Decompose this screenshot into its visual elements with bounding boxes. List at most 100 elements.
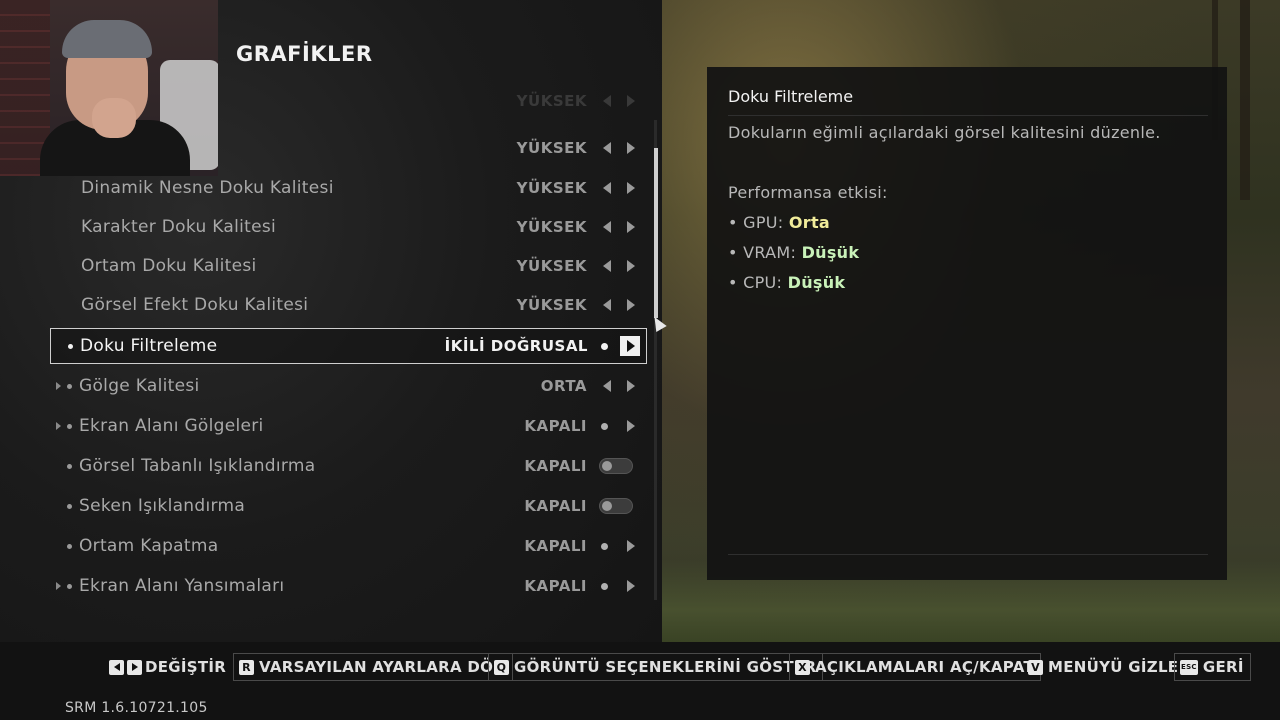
arrow-left-icon[interactable] (603, 142, 611, 154)
webcam-person-beanie (62, 20, 152, 58)
setting-value: YÜKSEK (516, 92, 587, 110)
setting-label: Dinamik Nesne Doku Kalitesi (81, 178, 334, 198)
hide-menu-button[interactable]: V MENÜYÜ GİZLE (1028, 653, 1178, 681)
setting-row[interactable]: YÜKSEK (50, 130, 647, 166)
arrow-right-icon[interactable] (627, 142, 635, 154)
key-v-icon: V (1028, 659, 1043, 675)
setting-label: Görsel Tabanlı Işıklandırma (79, 456, 316, 476)
option-dot-icon (601, 542, 608, 550)
toggle-descriptions-label: AÇIKLAMALARI AÇ/KAPAT (815, 658, 1034, 676)
expand-icon[interactable] (56, 582, 61, 590)
setting-label: Ekran Alanı Gölgeleri (79, 416, 264, 436)
hide-menu-label: MENÜYÜ GİZLE (1048, 658, 1179, 676)
bullet-icon (67, 383, 72, 389)
setting-row-character-texture[interactable]: Karakter Doku Kalitesi YÜKSEK (50, 209, 647, 245)
setting-value: YÜKSEK (516, 179, 587, 197)
vram-value: Düşük (801, 243, 860, 262)
expand-icon[interactable] (56, 382, 61, 390)
setting-row-image-based-lighting[interactable]: Görsel Tabanlı Işıklandırma KAPALI (50, 448, 647, 484)
setting-row-screen-space-reflections[interactable]: Ekran Alanı Yansımaları KAPALI (50, 568, 647, 604)
expand-icon[interactable] (56, 422, 61, 430)
toggle-switch[interactable] (599, 498, 633, 514)
bullet-icon (67, 503, 72, 509)
gpu-label: • GPU: (728, 213, 789, 232)
setting-value: YÜKSEK (516, 139, 587, 157)
page-title: GRAFİKLER (236, 42, 373, 66)
version-label: SRM 1.6.10721.105 (65, 700, 208, 716)
reset-defaults-button[interactable]: R VARSAYILAN AYARLARA DÖN (233, 653, 514, 681)
back-label: GERİ (1202, 658, 1244, 676)
setting-row-texture-filtering[interactable]: Doku Filtreleme İKİLİ DOĞRUSAL (50, 328, 647, 364)
key-r-icon: R (239, 659, 254, 675)
setting-row-screen-space-shadows[interactable]: Ekran Alanı Gölgeleri KAPALI (50, 408, 647, 444)
divider (728, 115, 1208, 116)
arrow-right-key-icon (127, 659, 142, 675)
setting-value: KAPALI (524, 457, 587, 475)
setting-row-shadow-quality[interactable]: Gölge Kalitesi ORTA (50, 368, 647, 404)
arrow-left-icon[interactable] (603, 95, 611, 107)
change-hint[interactable]: DEĞİŞTİR (109, 653, 226, 681)
arrow-right-icon[interactable] (627, 182, 635, 194)
setting-value: KAPALI (524, 417, 587, 435)
key-q-icon: Q (494, 659, 509, 675)
reset-defaults-label: VARSAYILAN AYARLARA DÖN (259, 658, 507, 676)
change-hint-label: DEĞİŞTİR (145, 658, 227, 676)
arrow-left-key-icon (109, 659, 124, 675)
setting-label: Seken Işıklandırma (79, 496, 246, 516)
vram-label: • VRAM: (728, 243, 802, 262)
setting-row-vfx-texture[interactable]: Görsel Efekt Doku Kalitesi YÜKSEK (50, 287, 647, 323)
arrow-right-icon[interactable] (627, 95, 635, 107)
option-dot-icon (601, 422, 608, 430)
divider (728, 554, 1208, 555)
setting-label: Gölge Kalitesi (79, 376, 200, 396)
scrollbar-thumb[interactable] (654, 148, 658, 318)
arrow-right-icon[interactable] (620, 336, 640, 356)
bullet-icon (67, 423, 72, 429)
toggle-switch[interactable] (599, 458, 633, 474)
arrow-right-icon[interactable] (627, 299, 635, 311)
bullet-icon (68, 343, 73, 349)
bullet-icon (67, 543, 72, 549)
bullet-icon (67, 583, 72, 589)
performance-cpu: • CPU: Düşük (728, 273, 845, 292)
setting-value: KAPALI (524, 497, 587, 515)
setting-value: ORTA (540, 377, 587, 395)
arrow-right-icon[interactable] (627, 380, 635, 392)
toggle-descriptions-button[interactable]: X AÇIKLAMALARI AÇ/KAPAT (789, 653, 1041, 681)
arrow-left-icon[interactable] (603, 299, 611, 311)
setting-row-bounce-lighting[interactable]: Seken Işıklandırma KAPALI (50, 488, 647, 524)
back-button[interactable]: ESC GERİ (1174, 653, 1251, 681)
arrow-right-icon[interactable] (627, 540, 635, 552)
arrow-right-icon[interactable] (627, 260, 635, 272)
show-display-options-label: GÖRÜNTÜ SEÇENEKLERİNİ GÖSTER (514, 658, 817, 676)
arrow-right-icon[interactable] (627, 580, 635, 592)
arrow-left-icon[interactable] (603, 380, 611, 392)
setting-row-dynamic-object-texture[interactable]: Dinamik Nesne Doku Kalitesi YÜKSEK (50, 170, 647, 206)
show-display-options-button[interactable]: Q GÖRÜNTÜ SEÇENEKLERİNİ GÖSTER (488, 653, 824, 681)
arrow-right-icon[interactable] (627, 221, 635, 233)
setting-label: Ortam Kapatma (79, 536, 219, 556)
option-dot-icon (601, 582, 608, 590)
info-description: Dokuların eğimli açılardaki görsel kalit… (728, 123, 1161, 142)
performance-label: Performansa etkisi: (728, 183, 888, 202)
performance-gpu: • GPU: Orta (728, 213, 830, 232)
setting-row[interactable]: YÜKSEK (50, 91, 647, 111)
setting-row-environment-texture[interactable]: Ortam Doku Kalitesi YÜKSEK (50, 248, 647, 284)
setting-value: İKİLİ DOĞRUSAL (444, 337, 588, 355)
setting-row-ambient-occlusion[interactable]: Ortam Kapatma KAPALI (50, 528, 647, 564)
setting-value: KAPALI (524, 537, 587, 555)
scene-tree (1240, 0, 1250, 200)
arrow-left-icon[interactable] (603, 221, 611, 233)
setting-label: Doku Filtreleme (80, 336, 218, 356)
arrow-left-icon[interactable] (603, 260, 611, 272)
info-title: Doku Filtreleme (728, 87, 854, 106)
setting-value: KAPALI (524, 577, 587, 595)
arrow-left-icon[interactable] (603, 182, 611, 194)
setting-value: YÜKSEK (516, 257, 587, 275)
setting-label: Ortam Doku Kalitesi (81, 256, 257, 276)
setting-value: YÜKSEK (516, 218, 587, 236)
arrow-right-icon[interactable] (627, 420, 635, 432)
key-esc-icon: ESC (1180, 659, 1198, 675)
cpu-value: Düşük (787, 273, 846, 292)
setting-label: Ekran Alanı Yansımaları (79, 576, 285, 596)
